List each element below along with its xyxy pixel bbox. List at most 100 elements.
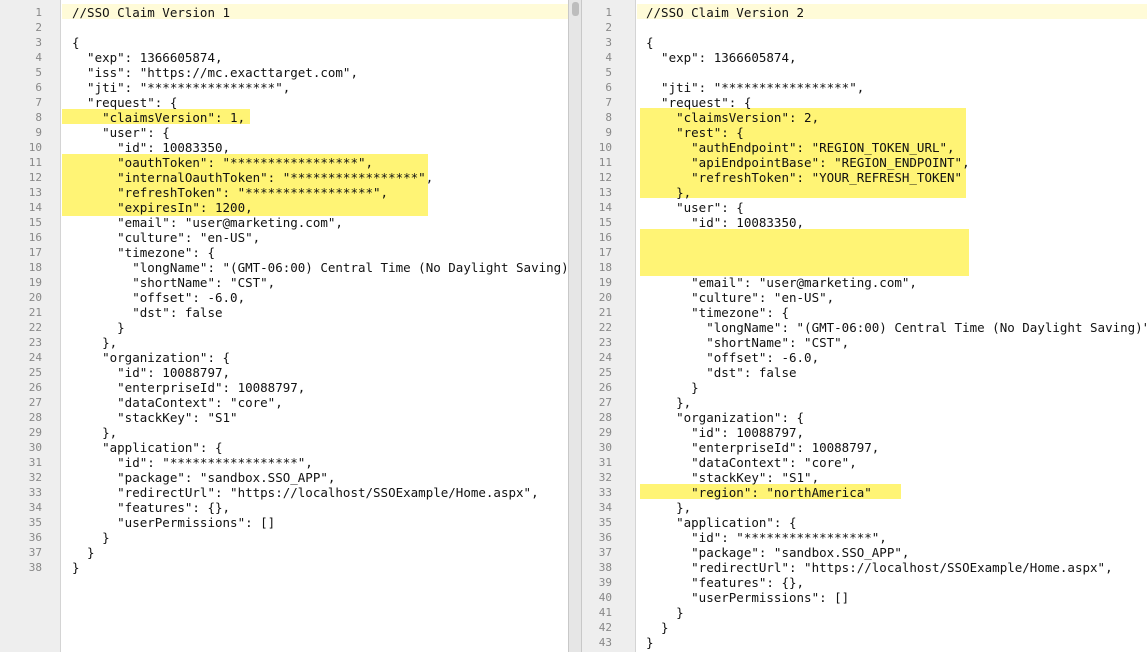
code-line[interactable]: } — [646, 635, 654, 650]
code-line[interactable]: "offset": -6.0, — [72, 290, 245, 305]
code-line[interactable]: "enterpriseId": 10088797, — [72, 380, 305, 395]
pane-divider[interactable] — [568, 0, 582, 652]
code-line[interactable]: "claimsVersion": 1, — [72, 110, 245, 125]
code-line[interactable]: "email": "user@marketing.com", — [646, 275, 917, 290]
code-line[interactable]: "features": {}, — [646, 575, 804, 590]
code-line[interactable]: "id": 10083350, — [72, 140, 230, 155]
line-number: 38 — [598, 561, 612, 574]
code-line[interactable]: "jti": "*****************", — [646, 80, 864, 95]
code-line[interactable]: "expiresIn": 1200, — [72, 200, 252, 215]
code-line[interactable]: "dataContext": "core", — [646, 455, 857, 470]
code-line[interactable]: "jti": "*****************", — [72, 80, 290, 95]
code-line[interactable]: "rest": { — [646, 125, 744, 140]
code-line[interactable]: "shortName": "CST", — [72, 275, 275, 290]
code-line[interactable]: }, — [646, 500, 691, 515]
code-line[interactable]: "request": { — [72, 95, 177, 110]
code-line[interactable]: "id": 10088797, — [72, 365, 230, 380]
line-number: 18 — [28, 261, 42, 274]
code-line[interactable]: "email": "user@marketing.com", — [72, 215, 343, 230]
editor-pane-left[interactable]: 1 2 3 4 5 6 7 8 9 10 11 12 13 14 15 16 17 18 19 20 21 22 23 24 2… — [0, 0, 568, 652]
line-number: 12 — [28, 171, 42, 184]
code-line[interactable]: "dataContext": "core", — [72, 395, 283, 410]
code-line[interactable]: }, — [646, 395, 691, 410]
line-number: 19 — [28, 276, 42, 289]
code-line[interactable]: //SSO Claim Version 1 — [72, 5, 230, 20]
code-line[interactable]: "organization": { — [72, 350, 230, 365]
code-line[interactable]: "longName": "(GMT-06:00) Central Time (N… — [646, 320, 1147, 335]
code-line[interactable]: } — [72, 545, 95, 560]
code-line[interactable]: "authEndpoint": "REGION_TOKEN_URL", — [646, 140, 954, 155]
code-line[interactable]: "stackKey": "S1", — [646, 470, 819, 485]
line-number: 29 — [598, 426, 612, 439]
line-number: 23 — [28, 336, 42, 349]
code-line[interactable]: "refreshToken": "YOUR_REFRESH_TOKEN" — [646, 170, 962, 185]
line-number: 9 — [35, 126, 42, 139]
code-line[interactable]: } — [646, 380, 699, 395]
code-line[interactable]: "dst": false — [646, 365, 796, 380]
code-line[interactable]: }, — [72, 335, 117, 350]
code-line[interactable]: "package": "sandbox.SSO_APP", — [646, 545, 909, 560]
code-line[interactable]: { — [646, 35, 654, 50]
code-line[interactable]: "user": { — [646, 200, 744, 215]
code-line[interactable]: "id": "*****************", — [646, 530, 887, 545]
line-number: 21 — [28, 306, 42, 319]
line-number: 17 — [598, 246, 612, 259]
code-line[interactable]: "culture": "en-US", — [72, 230, 260, 245]
code-line[interactable]: "internalOauthToken": "*****************… — [72, 170, 433, 185]
code-line[interactable]: "redirectUrl": "https://localhost/SSOExa… — [646, 560, 1112, 575]
code-line[interactable]: "id": 10083350, — [646, 215, 804, 230]
code-line[interactable]: "organization": { — [646, 410, 804, 425]
code-line[interactable]: "iss": "https://mc.exacttarget.com", — [72, 65, 358, 80]
code-line[interactable]: "longName": "(GMT-06:00) Central Time (N… — [72, 260, 568, 275]
code-line[interactable]: "stackKey": "S1" — [72, 410, 237, 425]
code-line[interactable]: "userPermissions": [] — [646, 590, 849, 605]
code-line[interactable]: "timezone": { — [72, 245, 215, 260]
code-line[interactable]: } — [72, 560, 80, 575]
code-line[interactable]: }, — [646, 185, 691, 200]
line-number: 24 — [28, 351, 42, 364]
code-line[interactable]: "culture": "en-US", — [646, 290, 834, 305]
line-number: 36 — [28, 531, 42, 544]
editor-pane-right[interactable]: 1 2 3 4 5 6 7 8 9 10 11 12 13 14 15 16 17 18 19 20 21 22 23 24 2… — [582, 0, 1147, 652]
line-number: 35 — [28, 516, 42, 529]
code-line[interactable]: "region": "northAmerica" — [646, 485, 872, 500]
code-line[interactable]: //SSO Claim Version 2 — [646, 5, 804, 20]
code-line[interactable]: "package": "sandbox.SSO_APP", — [72, 470, 335, 485]
code-line[interactable]: "application": { — [72, 440, 222, 455]
code-line[interactable]: "userPermissions": [] — [72, 515, 275, 530]
code-line[interactable]: "request": { — [646, 95, 751, 110]
code-line[interactable]: "claimsVersion": 2, — [646, 110, 819, 125]
line-number: 6 — [35, 81, 42, 94]
code-line[interactable]: "redirectUrl": "https://localhost/SSOExa… — [72, 485, 538, 500]
code-line[interactable]: "offset": -6.0, — [646, 350, 819, 365]
code-line[interactable]: } — [646, 605, 684, 620]
scrollbar-thumb[interactable] — [572, 2, 579, 16]
code-line[interactable]: } — [72, 320, 125, 335]
code-line[interactable]: } — [646, 620, 669, 635]
code-line[interactable]: "id": "*****************", — [72, 455, 313, 470]
code-line[interactable]: "features": {}, — [72, 500, 230, 515]
code-line[interactable]: }, — [72, 425, 117, 440]
code-line[interactable]: "shortName": "CST", — [646, 335, 849, 350]
code-line[interactable]: "timezone": { — [646, 305, 789, 320]
code-line[interactable]: "exp": 1366605874, — [72, 50, 222, 65]
line-number: 4 — [605, 51, 612, 64]
code-line[interactable]: "enterpriseId": 10088797, — [646, 440, 879, 455]
code-line[interactable]: } — [72, 530, 110, 545]
code-line[interactable]: { — [72, 35, 80, 50]
line-number: 21 — [598, 306, 612, 319]
code-line[interactable]: "user": { — [72, 125, 170, 140]
code-line[interactable]: "oauthToken": "*****************", — [72, 155, 373, 170]
code-line[interactable]: "id": 10088797, — [646, 425, 804, 440]
diff-highlight-removed-lines — [640, 229, 969, 276]
line-number: 10 — [598, 141, 612, 154]
code-line[interactable]: "apiEndpointBase": "REGION_ENDPOINT", — [646, 155, 969, 170]
line-number: 2 — [35, 21, 42, 34]
line-number: 22 — [28, 321, 42, 334]
line-number: 32 — [598, 471, 612, 484]
code-line[interactable]: "exp": 1366605874, — [646, 50, 796, 65]
code-line[interactable]: "refreshToken": "*****************", — [72, 185, 388, 200]
line-number: 37 — [598, 546, 612, 559]
code-line[interactable]: "dst": false — [72, 305, 222, 320]
code-line[interactable]: "application": { — [646, 515, 796, 530]
